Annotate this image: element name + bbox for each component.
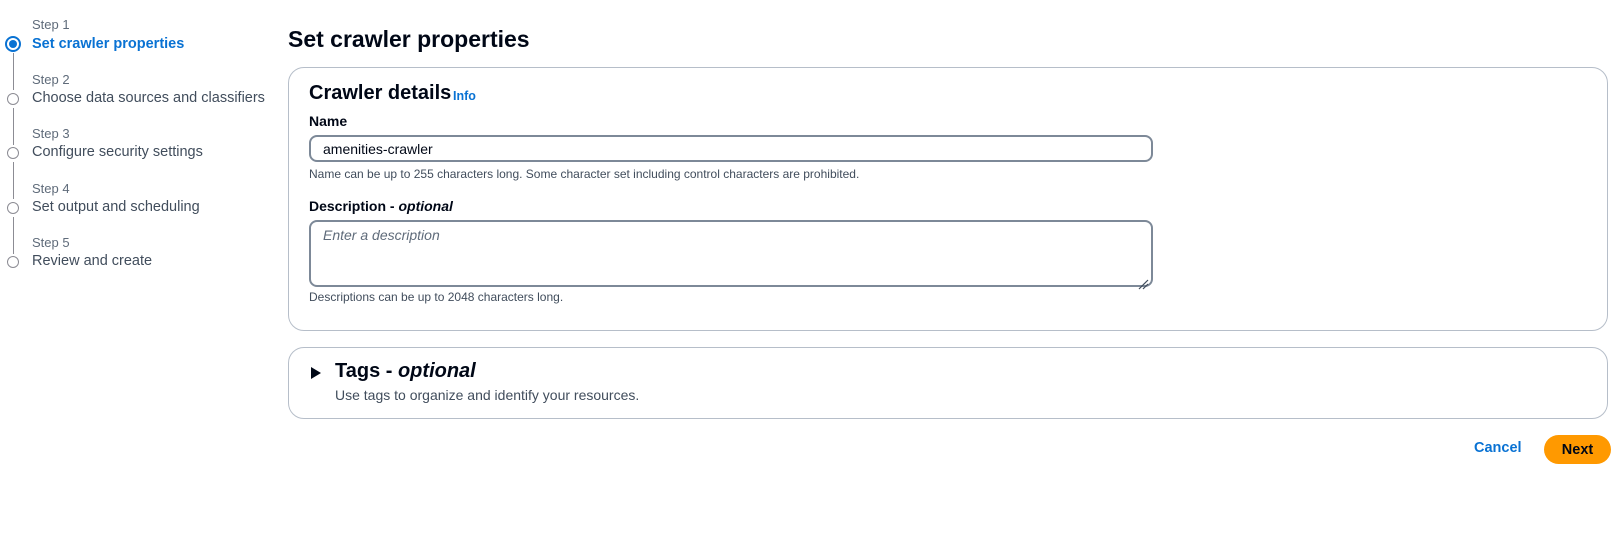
cancel-button[interactable]: Cancel bbox=[1474, 440, 1522, 456]
info-link[interactable]: Info bbox=[453, 89, 476, 103]
crawler-details-panel: Crawler details Info Name Name can be up… bbox=[288, 67, 1608, 331]
page-title: Set crawler properties bbox=[288, 26, 530, 52]
step-connector bbox=[13, 53, 14, 90]
name-hint: Name can be up to 255 characters long. S… bbox=[309, 167, 860, 181]
tags-optional-text: optional bbox=[397, 360, 476, 382]
step-2-number: Step 2 bbox=[32, 72, 70, 87]
description-textarea[interactable] bbox=[309, 220, 1153, 287]
step-pending-circle-icon bbox=[7, 147, 19, 159]
step-3-title: Configure security settings bbox=[32, 144, 203, 160]
tags-panel[interactable]: Tags - optional Use tags to organize and… bbox=[288, 347, 1608, 419]
step-2-title: Choose data sources and classifiers bbox=[32, 90, 265, 106]
description-label-text: Description - bbox=[309, 198, 399, 214]
step-3-number: Step 3 bbox=[32, 126, 70, 141]
step-connector bbox=[13, 108, 14, 145]
step-pending-circle-icon bbox=[7, 202, 19, 214]
step-5-number: Step 5 bbox=[32, 235, 70, 250]
step-pending-circle-icon bbox=[7, 256, 19, 268]
name-input[interactable] bbox=[309, 135, 1153, 162]
step-current-indicator-icon bbox=[5, 36, 21, 52]
caret-right-icon[interactable] bbox=[311, 367, 321, 379]
name-label: Name bbox=[309, 113, 348, 129]
tags-description: Use tags to organize and identify your r… bbox=[335, 387, 640, 403]
tags-title-text: Tags - bbox=[335, 360, 398, 382]
step-4-number: Step 4 bbox=[32, 181, 70, 196]
resize-handle-icon[interactable] bbox=[1137, 278, 1149, 290]
description-label: Description - optional bbox=[309, 198, 453, 214]
tags-title[interactable]: Tags - optional bbox=[335, 360, 476, 383]
step-1-title[interactable]: Set crawler properties bbox=[32, 36, 184, 52]
step-4-title: Set output and scheduling bbox=[32, 199, 200, 215]
step-pending-circle-icon bbox=[7, 93, 19, 105]
crawler-details-title: Crawler details bbox=[309, 82, 452, 104]
step-1-number: Step 1 bbox=[32, 17, 70, 32]
next-button[interactable]: Next bbox=[1544, 435, 1611, 464]
description-optional-text: optional bbox=[398, 198, 453, 214]
description-hint: Descriptions can be up to 2048 character… bbox=[309, 290, 564, 304]
step-5-title: Review and create bbox=[32, 253, 153, 269]
step-connector bbox=[13, 217, 14, 254]
step-connector bbox=[13, 162, 14, 199]
